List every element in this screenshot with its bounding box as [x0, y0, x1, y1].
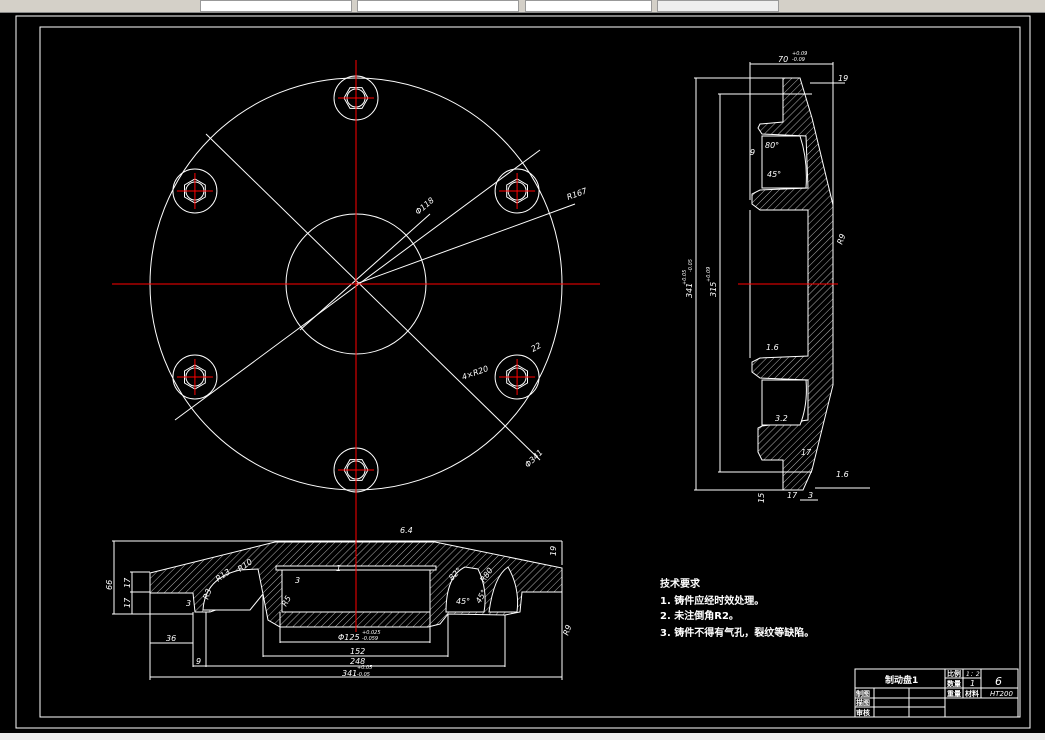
dim-80deg: 80°	[765, 141, 779, 150]
dim-19s: 19	[549, 546, 558, 556]
bolt-hole	[172, 168, 218, 214]
dim-3: 3	[808, 491, 813, 500]
dim-152: 152	[350, 647, 365, 656]
tol-341s-dn: -0.05	[357, 672, 370, 678]
dim-3b: 3	[295, 576, 300, 585]
dim-9: 9	[750, 148, 755, 157]
tol-125-dn: -0.059	[362, 636, 378, 642]
rough-1-6: 1.6	[766, 343, 779, 352]
bolt-hole	[494, 354, 540, 400]
tol-341-dn: -0.05	[688, 259, 694, 272]
tol-341s-up: +0.05	[357, 665, 372, 671]
qty-label: 数量	[947, 679, 961, 688]
dim-3a: 3	[186, 599, 191, 608]
requirement-2: 2. 未注倒角R2。	[660, 609, 739, 622]
dim-315: 315	[709, 282, 718, 297]
dim-45a: 45°	[456, 597, 470, 606]
drawing-canvas[interactable]: Φ118 R167 4×R20 22 Φ341 70 +0.09 -0.09 1…	[0, 13, 1045, 733]
tol-70-dn: -0.09	[792, 57, 805, 63]
bolt-hole	[172, 354, 218, 400]
status-bar	[0, 733, 1045, 740]
dim-4xr20: 4×R20	[461, 364, 490, 382]
dim-341s: 341	[342, 669, 357, 678]
weight-label: 重量	[947, 689, 961, 698]
lineweight-dropdown[interactable]	[525, 0, 652, 12]
drawing-number: 6	[995, 675, 1002, 688]
dim-line	[205, 133, 541, 461]
dim-r167: R167	[566, 186, 590, 202]
scale-label: 比例	[947, 669, 961, 678]
plotstyle-dropdown[interactable]	[657, 0, 779, 12]
drawn-label: 制图	[856, 689, 870, 698]
linetype-dropdown[interactable]	[357, 0, 519, 12]
dim-17s-b: 17	[123, 597, 132, 608]
dim-19: 19	[838, 74, 848, 83]
dim-70: 70	[778, 55, 788, 64]
dim-45deg: 45°	[767, 170, 781, 179]
checked-label: 审核	[856, 708, 870, 717]
toolbar	[0, 0, 1045, 13]
dim-15: 15	[757, 493, 766, 503]
qty-value: 1	[970, 679, 975, 688]
requirement-1: 1. 铸件应经时效处理。	[660, 594, 764, 607]
dim-17a: 17	[801, 448, 812, 457]
dim-d118: Φ118	[414, 196, 436, 217]
outer-border	[15, 15, 1031, 729]
dim-r9s: R9	[561, 624, 573, 637]
tol-315: +0.09	[706, 267, 712, 282]
dim-line	[174, 149, 541, 421]
top-view	[112, 60, 600, 522]
dim-17b: 17	[787, 491, 798, 500]
dim-22: 22	[530, 341, 543, 354]
section-view	[112, 522, 563, 680]
dim-66: 66	[105, 580, 114, 590]
layer-dropdown[interactable]	[200, 0, 352, 12]
dim-r9: R9	[835, 233, 847, 246]
material-value: HT200	[990, 690, 1013, 698]
rough-3-2: 3.2	[775, 414, 788, 423]
traced-label: 描图	[856, 698, 870, 707]
requirement-3: 3. 铸件不得有气孔，裂纹等缺陷。	[660, 626, 814, 639]
dim-d125: Φ125	[338, 633, 360, 642]
dim-line	[355, 203, 576, 285]
dim-36: 36	[166, 634, 176, 643]
technical-requirements: 技术要求 1. 铸件应经时效处理。 2. 未注倒角R2。 3. 铸件不得有气孔，…	[660, 577, 814, 639]
dim-1: 1	[336, 564, 341, 573]
dim-9s: 9	[196, 657, 201, 666]
material-label: 材料	[964, 689, 979, 698]
requirements-title: 技术要求	[660, 577, 701, 590]
side-view	[694, 62, 870, 501]
rough-6-4: 6.4	[400, 526, 413, 535]
rough-1-6b: 1.6	[836, 470, 849, 479]
part-name: 制动盘1	[885, 674, 918, 686]
scale-value: 1：2	[966, 671, 980, 678]
dim-17s-a: 17	[123, 577, 132, 588]
cad-drawing: Φ118 R167 4×R20 22 Φ341 70 +0.09 -0.09 1…	[15, 15, 1031, 729]
dim-d341: Φ341	[523, 448, 545, 470]
bolt-hole	[494, 168, 540, 214]
